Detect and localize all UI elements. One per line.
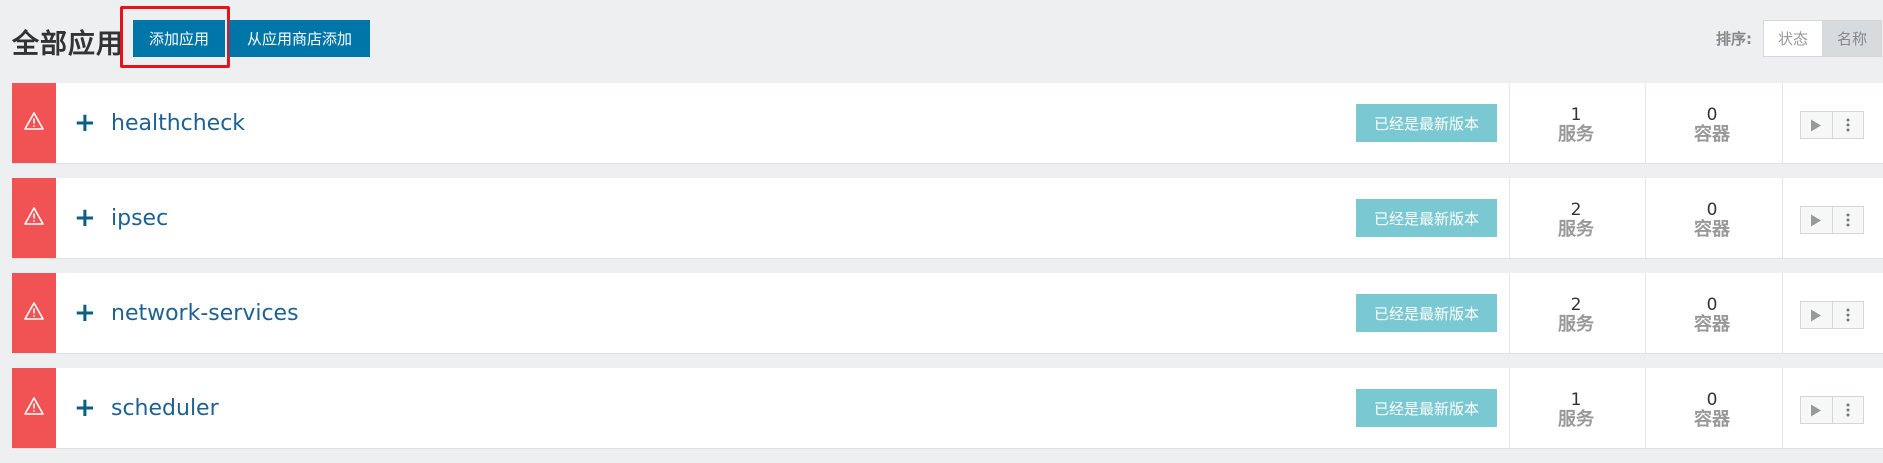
row-actions [1800, 111, 1864, 139]
containers-count: 0 [1706, 105, 1718, 125]
divider [1645, 273, 1646, 353]
services-count: 2 [1570, 200, 1582, 220]
warning-icon [24, 207, 44, 229]
page-title: 全部应用 [12, 29, 124, 60]
containers-stat: 0 容器 [1662, 295, 1762, 335]
containers-count: 0 [1706, 295, 1718, 315]
divider [1645, 83, 1646, 163]
plus-icon[interactable]: + [74, 83, 96, 163]
services-count: 1 [1570, 390, 1582, 410]
plus-icon[interactable]: + [74, 178, 96, 258]
divider [1509, 83, 1510, 163]
containers-stat: 0 容器 [1662, 105, 1762, 145]
services-stat: 2 服务 [1526, 200, 1626, 240]
divider [1782, 83, 1783, 163]
version-status-badge[interactable]: 已经是最新版本 [1356, 104, 1497, 142]
services-label: 服务 [1558, 124, 1594, 145]
plus-icon[interactable]: + [74, 368, 96, 448]
app-name-link[interactable]: scheduler [111, 368, 219, 448]
kebab-menu-icon[interactable] [1831, 302, 1864, 328]
alert-status-cell [12, 178, 56, 258]
containers-count: 0 [1706, 200, 1718, 220]
kebab-menu-icon[interactable] [1831, 397, 1864, 423]
row-actions [1800, 301, 1864, 329]
add-from-catalog-button[interactable]: 从应用商店添加 [229, 20, 370, 57]
containers-stat: 0 容器 [1662, 200, 1762, 240]
services-label: 服务 [1558, 219, 1594, 240]
add-stack-button[interactable]: 添加应用 [133, 20, 225, 57]
version-status-badge[interactable]: 已经是最新版本 [1356, 199, 1497, 237]
alert-status-cell [12, 83, 56, 163]
app-name-link[interactable]: healthcheck [111, 83, 245, 163]
divider [1782, 273, 1783, 353]
alert-status-cell [12, 273, 56, 353]
services-count: 2 [1570, 295, 1582, 315]
divider [1509, 273, 1510, 353]
play-icon[interactable] [1801, 302, 1832, 328]
containers-stat: 0 容器 [1662, 390, 1762, 430]
version-status-badge[interactable]: 已经是最新版本 [1356, 389, 1497, 427]
sort-by-state-button[interactable]: 状态 [1764, 21, 1822, 56]
divider [1782, 178, 1783, 258]
containers-label: 容器 [1694, 219, 1730, 240]
containers-count: 0 [1706, 390, 1718, 410]
containers-label: 容器 [1694, 314, 1730, 335]
play-icon[interactable] [1801, 207, 1832, 233]
services-count: 1 [1570, 105, 1582, 125]
services-stat: 1 服务 [1526, 390, 1626, 430]
services-stat: 2 服务 [1526, 295, 1626, 335]
plus-icon[interactable]: + [74, 273, 96, 353]
sort-label: 排序: [1716, 30, 1752, 48]
divider [1509, 178, 1510, 258]
divider [1645, 178, 1646, 258]
play-icon[interactable] [1801, 397, 1832, 423]
app-row: + network-services 已经是最新版本 2 服务 0 容器 [12, 273, 1883, 354]
version-status-badge[interactable]: 已经是最新版本 [1356, 294, 1497, 332]
services-stat: 1 服务 [1526, 105, 1626, 145]
app-list: + healthcheck 已经是最新版本 1 服务 0 容器 + ipsec … [12, 83, 1883, 463]
app-row: + healthcheck 已经是最新版本 1 服务 0 容器 [12, 83, 1883, 164]
warning-icon [24, 397, 44, 419]
sort-toggle-group: 状态 名称 [1763, 20, 1883, 57]
services-label: 服务 [1558, 314, 1594, 335]
app-row: + ipsec 已经是最新版本 2 服务 0 容器 [12, 178, 1883, 259]
containers-label: 容器 [1694, 124, 1730, 145]
services-label: 服务 [1558, 409, 1594, 430]
app-name-link[interactable]: network-services [111, 273, 299, 353]
alert-status-cell [12, 368, 56, 448]
kebab-menu-icon[interactable] [1831, 112, 1864, 138]
app-row: + scheduler 已经是最新版本 1 服务 0 容器 [12, 368, 1883, 449]
divider [1645, 368, 1646, 448]
containers-label: 容器 [1694, 409, 1730, 430]
row-actions [1800, 206, 1864, 234]
app-name-link[interactable]: ipsec [111, 178, 168, 258]
warning-icon [24, 302, 44, 324]
play-icon[interactable] [1801, 112, 1832, 138]
page-header: 全部应用 添加应用 从应用商店添加 排序: 状态 名称 [0, 0, 1883, 80]
divider [1509, 368, 1510, 448]
sort-by-name-button[interactable]: 名称 [1822, 21, 1882, 56]
row-actions [1800, 396, 1864, 424]
warning-icon [24, 112, 44, 134]
divider [1782, 368, 1783, 448]
kebab-menu-icon[interactable] [1831, 207, 1864, 233]
